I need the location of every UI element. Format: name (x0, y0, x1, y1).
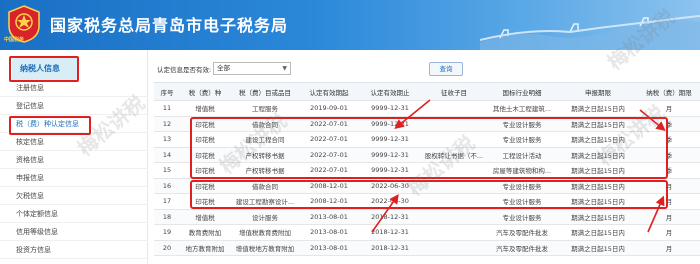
annotation-arrows (371, 99, 666, 233)
